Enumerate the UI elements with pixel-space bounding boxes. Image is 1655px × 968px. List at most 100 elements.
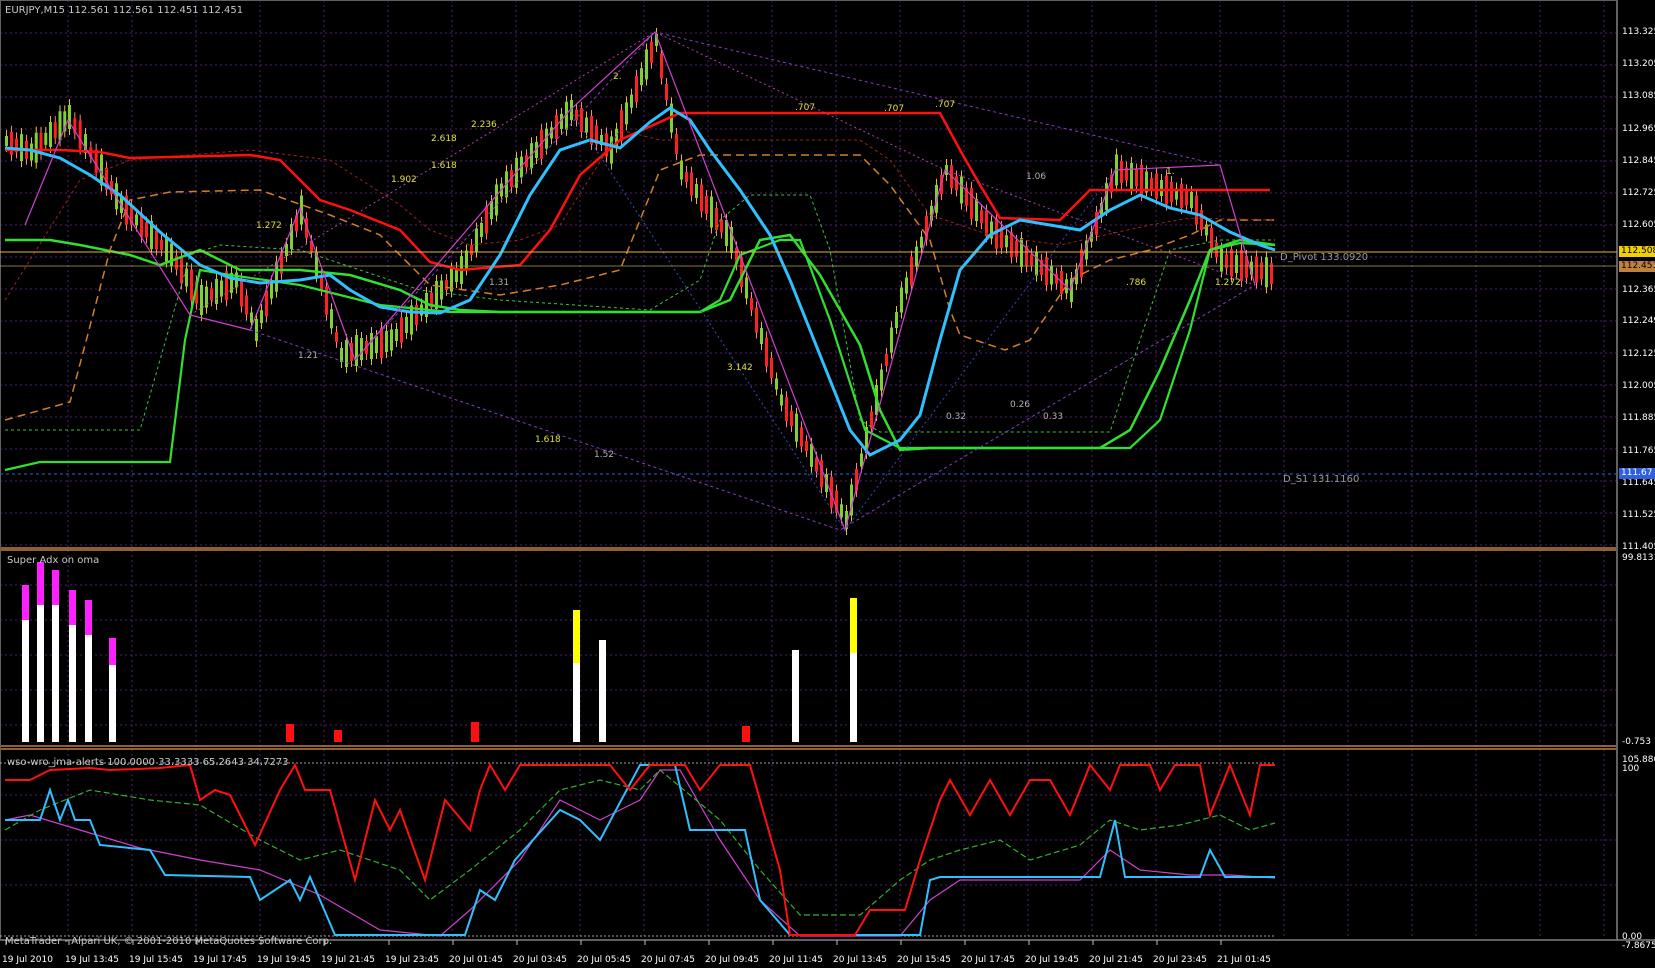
candle-body — [915, 246, 918, 267]
candle-body — [800, 427, 803, 447]
candle-body — [755, 307, 758, 333]
fib-level-label: .786 — [1126, 278, 1147, 288]
candle-body — [1130, 163, 1133, 189]
adx-bar — [69, 625, 76, 742]
candle-body — [750, 298, 753, 310]
adx-bar — [109, 665, 116, 742]
candle-body — [190, 269, 193, 301]
time-axis-label: 20 Jul 15:45 — [897, 955, 951, 965]
candle-body — [78, 120, 82, 149]
candle-body — [720, 219, 723, 233]
wso-min-label: -7.8675 — [1622, 941, 1655, 951]
adx-bar — [792, 650, 799, 742]
green-dotted-line — [5, 194, 1275, 433]
candle-body — [260, 310, 263, 324]
price-axis-label: 112.605 — [1622, 220, 1655, 231]
adx-red-bar — [742, 726, 750, 742]
adx-red-bar — [471, 722, 479, 742]
wso-red-line — [5, 762, 1275, 936]
time-axis-label: 20 Jul 19:45 — [1025, 955, 1079, 965]
candle-body — [180, 256, 183, 284]
candle-body — [745, 277, 748, 299]
candle-body — [1135, 169, 1138, 187]
candle-body — [1120, 161, 1123, 183]
candle-body — [905, 277, 908, 294]
time-axis-label: 20 Jul 09:45 — [705, 955, 759, 965]
fib-level-label: 1.52 — [594, 450, 615, 460]
candle-body — [170, 243, 173, 267]
trading-chart-window[interactable]: EURJPY,M15 112.561 112.561 112.451 112.4… — [0, 0, 1655, 968]
fib-level-label: .707 — [935, 100, 956, 110]
candle-body — [340, 348, 343, 362]
time-axis-label: 20 Jul 17:45 — [961, 955, 1015, 965]
candle-body — [910, 256, 913, 286]
candle-body — [1260, 262, 1263, 280]
wso-100-label: 100 — [1622, 764, 1640, 774]
time-axis-label: 20 Jul 21:45 — [1089, 955, 1143, 965]
candle-body — [355, 335, 358, 366]
fib-level-label: 1.31 — [489, 278, 510, 288]
candle-body — [210, 288, 213, 301]
candle-body — [265, 290, 268, 317]
candle-body — [635, 75, 638, 102]
adx-bar-top — [109, 638, 116, 665]
time-axis-label: 20 Jul 13:45 — [833, 955, 887, 965]
candle-body — [375, 336, 378, 353]
candle-body — [200, 285, 203, 315]
last-price-tag: 112.451 — [1619, 261, 1655, 272]
candle-body — [1010, 232, 1013, 258]
fib-level-label: 0.26 — [1010, 400, 1031, 410]
candle-body — [1155, 173, 1158, 199]
candle-body — [215, 278, 218, 304]
fib-level-label: 1.21 — [298, 351, 319, 361]
candle-body — [1050, 265, 1053, 285]
price-axis-label: 111.525 — [1622, 509, 1655, 520]
copyright-text: MetaTrader - Alpari UK, © 2001-2010 Meta… — [5, 936, 333, 947]
price-axis-label: 113.325 — [1622, 27, 1655, 37]
candle-body — [1170, 182, 1173, 202]
candle-body — [390, 329, 393, 351]
candle-body — [795, 413, 798, 442]
candle-body — [895, 312, 898, 328]
candle-body — [645, 49, 648, 80]
fib-level-label: 2.236 — [471, 120, 497, 130]
adx-red-bar — [286, 724, 294, 742]
candle-body — [690, 172, 693, 196]
price-axis-label: 111.765 — [1622, 445, 1655, 456]
adx-bar — [599, 640, 606, 742]
pivot-label: D_Pivot 133.0920 — [1280, 252, 1369, 263]
candle-body — [705, 196, 708, 214]
candle-body — [475, 228, 478, 252]
wso-cyan-line — [5, 764, 1275, 936]
candle-body — [135, 214, 138, 226]
candle-body — [920, 236, 923, 248]
price-chart[interactable] — [0, 0, 1655, 968]
time-axis-label: 19 Jul 2010 — [2, 955, 53, 965]
candle-body — [665, 84, 668, 100]
adx-bar-top — [52, 570, 59, 605]
fib-level-label: 2. — [613, 72, 622, 82]
candle-body — [1200, 210, 1203, 230]
candle-body — [49, 122, 52, 147]
candle-body — [885, 354, 888, 366]
adx-bar-top — [37, 562, 44, 605]
time-axis-label: 19 Jul 17:45 — [193, 955, 247, 965]
candle-body — [20, 134, 23, 162]
price-axis-label: 112.249 — [1622, 315, 1655, 326]
price-axis-label: 112.965 — [1622, 123, 1655, 134]
adx-min-label: -0.753 — [1622, 737, 1652, 747]
price-axis-label: 112.365 — [1622, 284, 1655, 295]
fib-level-label: 1. — [1166, 167, 1175, 177]
price-axis-label: 113.085 — [1622, 91, 1655, 102]
fib-level-label: 1.618 — [431, 161, 457, 171]
candle-body — [660, 53, 663, 79]
fib-level-label: 0.32 — [946, 412, 967, 422]
s1-label: D_S1 131.1160 — [1283, 474, 1360, 485]
green-line-outer — [4, 238, 1276, 472]
symbol-title: EURJPY,M15 112.561 112.561 112.451 112.4… — [5, 5, 244, 16]
adx-bar — [52, 605, 59, 742]
candle-body — [44, 132, 48, 145]
fib-level-label: 1.272 — [1215, 278, 1241, 288]
candle-body — [860, 453, 863, 467]
candle-body — [1030, 254, 1033, 266]
